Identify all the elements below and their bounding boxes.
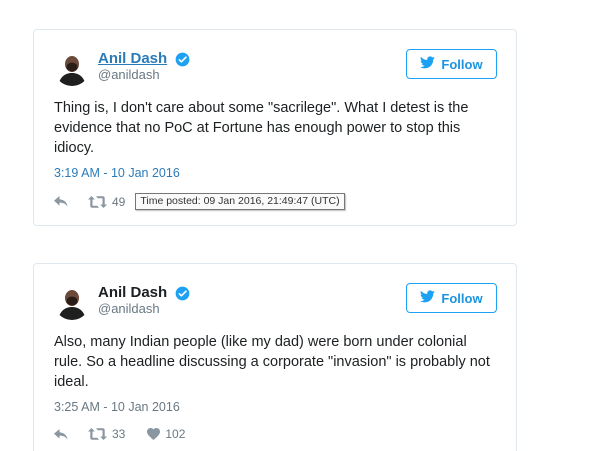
timestamp-tooltip: Time posted: 09 Jan 2016, 21:49:47 (UTC) — [135, 193, 345, 210]
retweet-icon — [88, 428, 107, 440]
retweet-count: 49 — [112, 194, 126, 209]
author-handle[interactable]: @anildash — [98, 68, 190, 82]
reply-icon — [54, 428, 68, 440]
verified-icon — [175, 52, 190, 67]
follow-button[interactable]: Follow — [406, 283, 497, 313]
author-name[interactable]: Anil Dash — [98, 284, 167, 302]
follow-button[interactable]: Follow — [406, 49, 497, 79]
tweet-text: Also, many Indian people (like my dad) w… — [54, 334, 490, 390]
reply-icon — [54, 196, 68, 207]
tweet-timestamp[interactable]: 3:19 AM - 10 Jan 2016 — [54, 165, 180, 181]
tweet-timestamp[interactable]: 3:25 AM - 10 Jan 2016 — [54, 399, 180, 415]
verified-icon — [175, 286, 190, 301]
follow-label: Follow — [441, 56, 483, 72]
reply-button[interactable] — [54, 428, 68, 440]
tweet-card: Anil Dash @anildash Follow Thing is, I d… — [33, 29, 517, 226]
tweet-text: Thing is, I don't care about some "sacri… — [54, 100, 469, 156]
avatar[interactable] — [54, 50, 90, 86]
follow-label: Follow — [441, 290, 483, 306]
retweet-button[interactable]: 33 — [88, 427, 125, 441]
tweet-actions: 33 102 — [54, 427, 185, 441]
author-handle[interactable]: @anildash — [98, 302, 190, 316]
avatar[interactable] — [54, 284, 90, 320]
retweet-count: 33 — [112, 427, 126, 441]
tweet-card: Anil Dash @anildash Follow Also, many In… — [33, 263, 517, 451]
author-block: Anil Dash @anildash — [98, 50, 190, 82]
like-button[interactable]: 102 — [147, 427, 185, 441]
like-count: 102 — [165, 427, 186, 441]
retweet-button[interactable]: 49 — [88, 195, 125, 209]
author-block: Anil Dash @anildash — [98, 284, 190, 316]
heart-icon — [147, 428, 161, 440]
tweet-actions: 49 Time posted: 09 Jan 2016, 21:49:47 (U… — [54, 193, 345, 210]
author-name[interactable]: Anil Dash — [98, 50, 167, 68]
twitter-bird-icon — [420, 290, 436, 306]
reply-button[interactable] — [54, 196, 68, 207]
twitter-bird-icon — [420, 56, 436, 72]
retweet-icon — [88, 195, 107, 208]
